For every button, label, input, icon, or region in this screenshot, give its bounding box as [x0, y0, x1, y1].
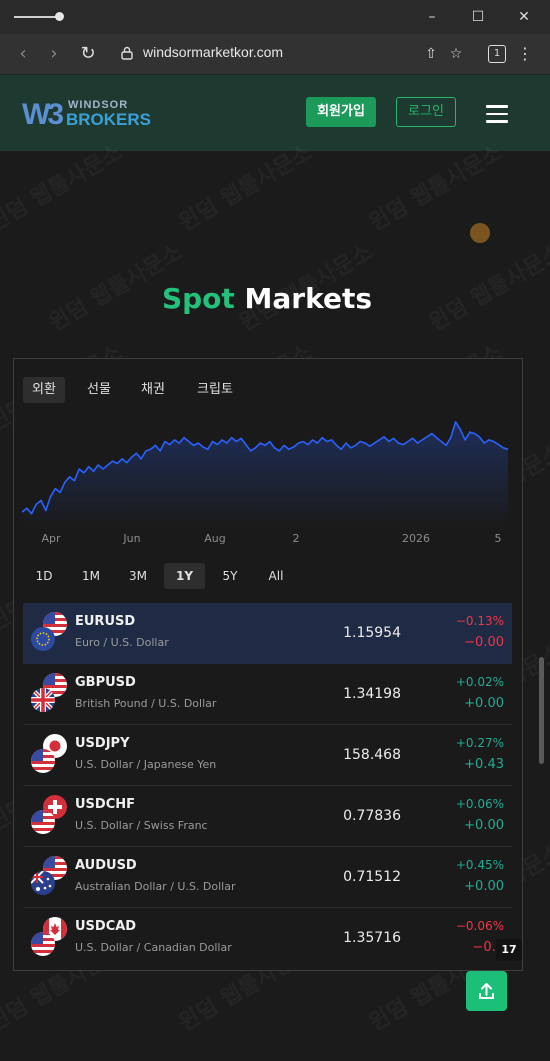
pair-symbol: USDJPY [75, 736, 130, 751]
pair-symbol: USDCHF [75, 797, 136, 812]
tab-count-button[interactable]: 1 [488, 45, 506, 63]
pair-change-absolute: +0.43 [464, 757, 504, 772]
address-bar: ‹ › ↻ windsormarketkor.com ⇧ ☆ 1 ⋮ [0, 34, 550, 75]
pair-description: British Pound / U.S. Dollar [75, 697, 217, 710]
forward-icon[interactable]: › [43, 43, 65, 65]
eu-flag-icon [31, 627, 55, 651]
maximize-icon[interactable]: ☐ [468, 8, 488, 26]
pair-description: U.S. Dollar / Japanese Yen [75, 758, 217, 771]
close-icon[interactable]: ✕ [514, 8, 534, 26]
login-button[interactable]: 로그인 [396, 97, 456, 127]
back-icon[interactable]: ‹ [12, 43, 34, 65]
x-tick-label: Aug [204, 532, 225, 545]
table-row-usdcad[interactable]: USDCAD U.S. Dollar / Canadian Dollar 1.3… [23, 908, 512, 968]
price-chart[interactable]: Apr Jun Aug 2 2026 5 [20, 408, 514, 563]
page-scrollbar[interactable] [537, 151, 546, 1061]
zoom-slider-track[interactable] [14, 16, 60, 18]
signup-button[interactable]: 회원가입 [306, 97, 376, 127]
logo-mark: W3 [22, 98, 64, 131]
pair-price: 0.77836 [343, 808, 401, 824]
range-3m[interactable]: 3M [122, 563, 154, 589]
pair-change-absolute: +0.00 [464, 879, 504, 894]
range-5y[interactable]: 5Y [214, 563, 246, 589]
minimize-icon[interactable]: – [422, 8, 442, 26]
au-flag-icon [31, 871, 55, 895]
url-text[interactable]: windsormarketkor.com [143, 44, 283, 60]
site-logo[interactable]: W3 WINDSOR BROKERS [22, 98, 152, 134]
tab-crypto[interactable]: 크립토 [188, 377, 242, 403]
bookmark-star-icon[interactable]: ☆ [446, 44, 466, 64]
hamburger-menu-icon[interactable] [486, 105, 508, 123]
lock-icon[interactable] [121, 46, 133, 60]
browser-menu-icon[interactable]: ⋮ [517, 44, 533, 64]
table-row-audusd[interactable]: AUDUSD Australian Dollar / U.S. Dollar 0… [23, 847, 512, 908]
chart-area-fill [22, 421, 508, 526]
pair-price: 1.35716 [343, 930, 401, 946]
pair-description: U.S. Dollar / Swiss Franc [75, 819, 208, 832]
pair-price: 1.34198 [343, 686, 401, 702]
pair-price: 1.15954 [343, 625, 401, 641]
pair-description: U.S. Dollar / Canadian Dollar [75, 941, 232, 954]
table-row-gbpusd[interactable]: GBPUSD British Pound / U.S. Dollar 1.341… [23, 664, 512, 725]
tab-futures[interactable]: 선물 [78, 377, 120, 403]
pair-symbol: USDCAD [75, 919, 137, 934]
zoom-slider-handle[interactable] [55, 12, 64, 21]
pair-change-percent: +0.06% [455, 797, 504, 811]
pair-change-percent: −0.06% [455, 919, 504, 933]
section-title: Spot Markets [0, 282, 534, 315]
table-row-usdchf[interactable]: USDCHF U.S. Dollar / Swiss Franc 0.77836… [23, 786, 512, 847]
pair-change-percent: +0.45% [455, 858, 504, 872]
browser-title-bar: – ☐ ✕ [0, 0, 550, 34]
pair-change-percent: −0.13% [455, 614, 504, 628]
us-flag-icon [31, 810, 55, 834]
pair-price: 0.71512 [343, 869, 401, 885]
decorative-orb [470, 223, 490, 243]
range-1m[interactable]: 1M [75, 563, 107, 589]
reload-icon[interactable]: ↻ [77, 43, 99, 65]
pair-change-absolute: +0.00 [464, 696, 504, 711]
share-icon[interactable]: ⇧ [421, 44, 441, 64]
section-title-accent: Spot [161, 282, 235, 315]
x-tick-label: 2 [293, 532, 300, 545]
tab-forex[interactable]: 외환 [23, 377, 65, 403]
pair-price: 158.468 [343, 747, 401, 763]
x-tick-label: 5 [495, 532, 502, 545]
section-title-rest: Markets [244, 282, 373, 315]
pair-symbol: AUDUSD [75, 858, 137, 873]
us-flag-icon [31, 932, 55, 956]
us-flag-icon [31, 749, 55, 773]
pair-description: Australian Dollar / U.S. Dollar [75, 880, 236, 893]
tab-bonds[interactable]: 채권 [132, 377, 174, 403]
pair-change-absolute: +0.00 [464, 818, 504, 833]
pair-change-percent: +0.27% [455, 736, 504, 750]
x-tick-label: Jun [122, 532, 140, 545]
page-scrollbar-thumb[interactable] [539, 657, 544, 764]
pair-symbol: EURUSD [75, 614, 136, 629]
table-row-usdjpy[interactable]: USDJPY U.S. Dollar / Japanese Yen 158.46… [23, 725, 512, 786]
range-1y[interactable]: 1Y [164, 563, 205, 589]
range-all[interactable]: All [260, 563, 292, 589]
table-row-eurusd[interactable]: EURUSD Euro / U.S. Dollar 1.15954 −0.13%… [23, 603, 512, 664]
x-tick-label: Apr [41, 532, 61, 545]
tradingview-logo-icon[interactable]: 17 [496, 939, 522, 961]
pair-change-absolute: −0.00 [464, 635, 504, 650]
range-1d[interactable]: 1D [28, 563, 60, 589]
uk-flag-icon [31, 688, 55, 712]
pair-change-absolute: −0.0 [472, 940, 504, 955]
site-header: W3 WINDSOR BROKERS [0, 75, 550, 151]
pair-symbol: GBPUSD [75, 675, 136, 690]
upload-arrow-icon [479, 983, 494, 999]
scroll-to-top-button[interactable] [466, 971, 507, 1011]
pair-change-percent: +0.02% [455, 675, 504, 689]
x-tick-label: 2026 [402, 532, 430, 545]
pair-description: Euro / U.S. Dollar [75, 636, 169, 649]
logo-text-bottom: BROKERS [66, 110, 152, 129]
